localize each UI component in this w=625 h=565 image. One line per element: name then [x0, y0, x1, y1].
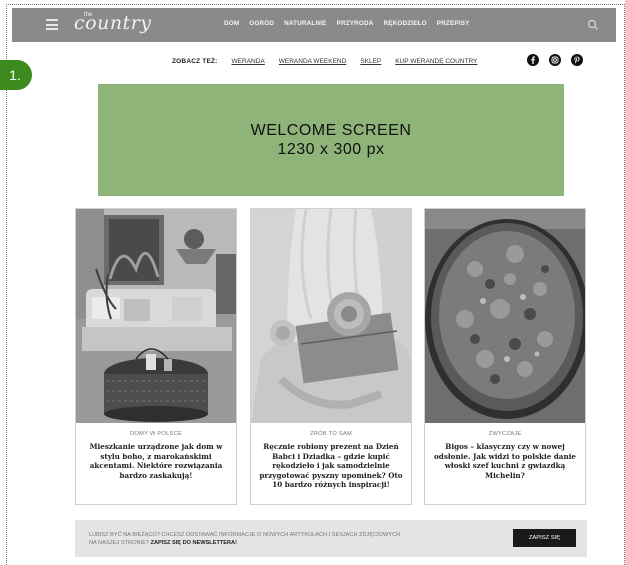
main-nav: DOM OGRÓD NATURALNIE PRZYRODA RĘKODZIEŁO…: [224, 20, 470, 27]
handmade-gift-photo: [251, 209, 411, 423]
link-weranda[interactable]: WERANDA: [232, 58, 265, 65]
subscribe-button[interactable]: ZAPISZ SIĘ: [513, 529, 576, 547]
facebook-icon[interactable]: [527, 54, 539, 66]
newsletter-cta-text: ZAPISZ SIĘ DO NEWSLETTERA!: [150, 540, 237, 546]
welcome-title: WELCOME SCREEN: [250, 122, 412, 139]
nav-link-naturalnie[interactable]: NATURALNIE: [284, 20, 326, 27]
welcome-screen-placeholder: WELCOME SCREEN 1230 x 300 px: [98, 84, 564, 196]
step-badge: 1.: [0, 60, 32, 90]
newsletter-text: LUBISZ BYĆ NA BIEŻĄCO? CHCESZ DOSTAWAĆ I…: [89, 531, 409, 547]
card-title[interactable]: Bigos – klasyczny czy w nowej odsłonie. …: [432, 442, 578, 480]
card-title[interactable]: Mieszkanie urządzone jak dom w stylu boh…: [83, 442, 229, 480]
instagram-icon[interactable]: [549, 54, 561, 66]
top-navigation-bar: the country DOM OGRÓD NATURALNIE PRZYROD…: [12, 8, 616, 42]
card-title[interactable]: Ręcznie robiony prezent na Dzień Babci i…: [258, 442, 404, 490]
bigos-dish-photo: [425, 209, 585, 423]
welcome-size: 1230 x 300 px: [277, 141, 385, 158]
pinterest-icon[interactable]: [571, 54, 583, 66]
article-card-boho[interactable]: DOMY W POLSCE Mieszkanie urządzone jak d…: [75, 208, 237, 505]
newsletter-bar: LUBISZ BYĆ NA BIEŻĄCO? CHCESZ DOSTAWAĆ I…: [75, 520, 587, 557]
search-icon[interactable]: [586, 18, 600, 32]
see-also-bar: ZOBACZ TEŻ: WERANDA WERANDA WEEKEND SKLE…: [172, 58, 477, 65]
hamburger-menu-icon[interactable]: [46, 19, 58, 30]
nav-link-dom[interactable]: DOM: [224, 20, 239, 27]
nav-link-ogrod[interactable]: OGRÓD: [249, 20, 274, 27]
nav-link-przepisy[interactable]: PRZEPISY: [437, 20, 470, 27]
link-kup-werande[interactable]: KUP WERANDĘ COUNTRY: [395, 58, 477, 65]
living-room-photo: [76, 209, 236, 423]
card-category: DOMY W POLSCE: [129, 431, 183, 437]
nav-link-przyroda[interactable]: PRZYRODA: [337, 20, 374, 27]
article-card-bigos[interactable]: ZWYCZAJE Bigos – klasyczny czy w nowej o…: [424, 208, 586, 505]
link-sklep[interactable]: SKLEP: [360, 58, 381, 65]
article-card-gift[interactable]: ZRÓB TO SAM Ręcznie robiony prezent na D…: [250, 208, 412, 505]
newsletter-question: LUBISZ BYĆ NA BIEŻĄCO? CHCESZ DOSTAWAĆ I…: [89, 532, 401, 546]
card-category: ZRÓB TO SAM: [310, 431, 352, 437]
nav-link-rekodzielo[interactable]: RĘKODZIEŁO: [384, 20, 427, 27]
site-logo[interactable]: country: [74, 12, 152, 34]
see-also-label: ZOBACZ TEŻ:: [172, 58, 218, 65]
social-links: [527, 54, 583, 66]
card-category: ZWYCZAJE: [488, 431, 522, 437]
link-weranda-weekend[interactable]: WERANDA WEEKEND: [279, 58, 347, 65]
